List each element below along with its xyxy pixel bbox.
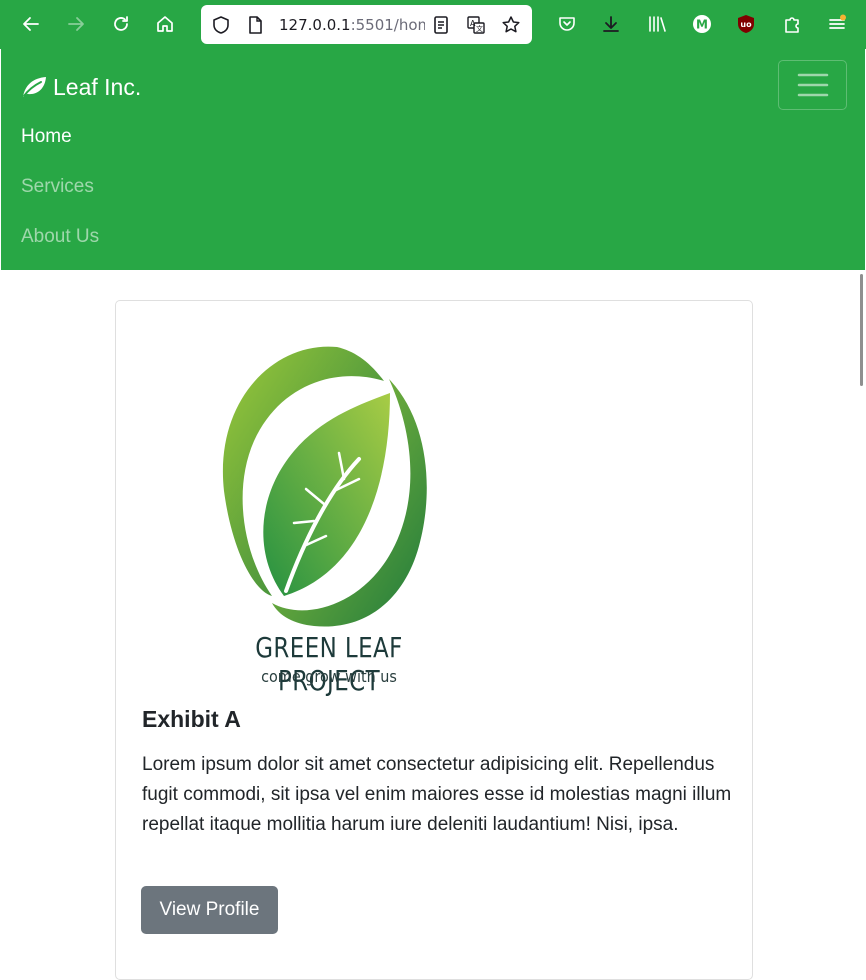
forward-icon[interactable] (59, 7, 93, 41)
nav-link-about-us[interactable]: About Us (21, 225, 99, 249)
leaf-icon (23, 77, 46, 97)
translate-icon[interactable]: A文 (466, 15, 486, 35)
navbar-brand[interactable]: Leaf Inc. (21, 71, 141, 103)
browser-toolbar: 127.0.0.1:5501/hom A文 M uo (0, 0, 866, 49)
bookmark-star-icon[interactable] (501, 15, 521, 35)
url-text[interactable]: 127.0.0.1:5501/hom (279, 15, 425, 35)
logo-subtitle: come grow with us (261, 667, 397, 686)
profile-icon[interactable]: M (685, 7, 719, 41)
url-bar[interactable]: 127.0.0.1:5501/hom A文 (201, 5, 532, 44)
library-icon[interactable] (640, 7, 674, 41)
nav-link-home[interactable]: Home (21, 125, 72, 149)
card-text: Lorem ipsum dolor sit amet consectetur a… (142, 754, 732, 835)
extensions-icon[interactable] (775, 7, 809, 41)
svg-text:文: 文 (476, 24, 483, 33)
svg-text:uo: uo (740, 20, 752, 29)
svg-text:M: M (696, 18, 708, 32)
view-profile-button[interactable]: View Profile (141, 886, 278, 934)
back-icon[interactable] (14, 7, 48, 41)
navbar-toggler[interactable] (778, 60, 847, 110)
nav-link-services[interactable]: Services (21, 175, 94, 199)
page-icon (245, 15, 265, 35)
download-icon[interactable] (594, 7, 628, 41)
pocket-icon[interactable] (550, 7, 584, 41)
card-title: Exhibit A (142, 706, 241, 732)
brand-text: Leaf Inc. (53, 73, 142, 100)
home-icon[interactable] (148, 7, 182, 41)
shield-icon[interactable] (211, 15, 231, 35)
profile-card: GREEN LEAF PROJECT come grow with us Exh… (115, 300, 753, 980)
scrollbar-thumb[interactable] (860, 274, 863, 386)
site-navbar: Leaf Inc. Home Services About Us (1, 49, 865, 270)
ublock-icon[interactable]: uo (729, 7, 763, 41)
menu-icon[interactable] (820, 7, 854, 41)
reader-mode-icon[interactable] (431, 15, 451, 35)
logo-title: GREEN LEAF PROJECT (255, 631, 403, 697)
reload-icon[interactable] (104, 7, 138, 41)
hamburger-icon (797, 73, 828, 97)
